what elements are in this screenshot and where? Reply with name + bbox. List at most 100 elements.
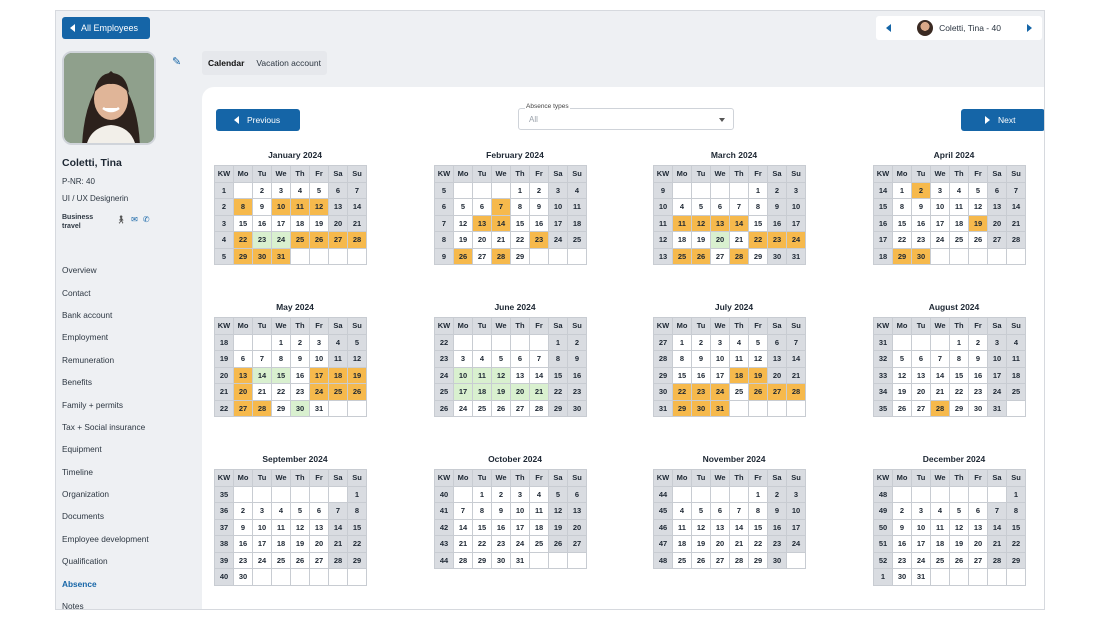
- day-cell[interactable]: 23: [233, 551, 253, 569]
- day-cell[interactable]: 5: [491, 350, 511, 368]
- day-cell[interactable]: 26: [691, 247, 711, 265]
- day-cell[interactable]: 27: [710, 551, 730, 569]
- day-cell[interactable]: 20: [328, 214, 348, 232]
- day-cell[interactable]: 19: [347, 366, 367, 384]
- day-cell[interactable]: 10: [930, 198, 950, 216]
- day-cell[interactable]: 22: [892, 231, 912, 249]
- day-cell[interactable]: 8: [510, 198, 530, 216]
- sidebar-item-timeline[interactable]: Timeline: [62, 461, 192, 483]
- day-cell[interactable]: 9: [911, 198, 931, 216]
- day-cell[interactable]: 24: [786, 231, 806, 249]
- day-cell[interactable]: 11: [672, 214, 692, 232]
- day-cell[interactable]: 21: [491, 231, 511, 249]
- day-cell[interactable]: 15: [233, 214, 253, 232]
- day-cell[interactable]: 19: [691, 535, 711, 553]
- day-cell[interactable]: 12: [290, 518, 310, 536]
- day-cell[interactable]: 29: [1006, 551, 1026, 569]
- day-cell[interactable]: 24: [710, 383, 730, 401]
- day-cell[interactable]: 8: [347, 502, 367, 520]
- day-cell[interactable]: 30: [252, 247, 272, 265]
- day-cell[interactable]: 1: [1006, 485, 1026, 503]
- day-cell[interactable]: 2: [233, 502, 253, 520]
- day-cell[interactable]: 3: [930, 181, 950, 199]
- day-cell[interactable]: 25: [271, 551, 291, 569]
- day-cell[interactable]: 30: [233, 568, 253, 586]
- day-cell[interactable]: 8: [271, 350, 291, 368]
- sidebar-item-benefits[interactable]: Benefits: [62, 371, 192, 393]
- day-cell[interactable]: 21: [729, 535, 749, 553]
- day-cell[interactable]: 16: [767, 518, 787, 536]
- day-cell[interactable]: 7: [786, 333, 806, 351]
- day-cell[interactable]: 15: [748, 214, 768, 232]
- day-cell[interactable]: 16: [911, 214, 931, 232]
- day-cell[interactable]: 20: [911, 383, 931, 401]
- sidebar-item-notes[interactable]: Notes: [62, 595, 192, 609]
- day-cell[interactable]: 24: [309, 383, 329, 401]
- day-cell[interactable]: 28: [729, 247, 749, 265]
- day-cell[interactable]: 26: [347, 383, 367, 401]
- day-cell[interactable]: 23: [767, 231, 787, 249]
- day-cell[interactable]: 6: [767, 333, 787, 351]
- day-cell[interactable]: 4: [328, 333, 348, 351]
- sidebar-item-documents[interactable]: Documents: [62, 505, 192, 527]
- day-cell[interactable]: 21: [453, 535, 473, 553]
- day-cell[interactable]: 17: [786, 518, 806, 536]
- day-cell[interactable]: 28: [453, 551, 473, 569]
- day-cell[interactable]: 29: [892, 247, 912, 265]
- day-cell[interactable]: 11: [672, 518, 692, 536]
- day-cell[interactable]: 6: [233, 350, 253, 368]
- day-cell[interactable]: 13: [710, 518, 730, 536]
- day-cell[interactable]: 27: [968, 551, 988, 569]
- day-cell[interactable]: 31: [271, 247, 291, 265]
- sidebar-item-absence[interactable]: Absence: [62, 572, 192, 594]
- day-cell[interactable]: 31: [786, 247, 806, 265]
- day-cell[interactable]: 16: [892, 535, 912, 553]
- day-cell[interactable]: 16: [252, 214, 272, 232]
- next-employee-icon[interactable]: [1027, 24, 1033, 32]
- day-cell[interactable]: 19: [290, 535, 310, 553]
- day-cell[interactable]: 10: [271, 198, 291, 216]
- day-cell[interactable]: 9: [529, 198, 549, 216]
- day-cell[interactable]: 1: [548, 333, 568, 351]
- day-cell[interactable]: 10: [786, 502, 806, 520]
- day-cell[interactable]: 2: [691, 333, 711, 351]
- day-cell[interactable]: 22: [949, 383, 969, 401]
- day-cell[interactable]: 11: [472, 366, 492, 384]
- day-cell[interactable]: 20: [510, 383, 530, 401]
- day-cell[interactable]: 14: [729, 214, 749, 232]
- day-cell[interactable]: 13: [233, 366, 253, 384]
- day-cell[interactable]: 11: [567, 198, 587, 216]
- day-cell[interactable]: 23: [290, 383, 310, 401]
- day-cell[interactable]: 4: [529, 485, 549, 503]
- day-cell[interactable]: 27: [309, 551, 329, 569]
- day-cell[interactable]: 6: [328, 181, 348, 199]
- previous-button[interactable]: Previous: [216, 109, 300, 131]
- day-cell[interactable]: 26: [453, 247, 473, 265]
- day-cell[interactable]: 29: [748, 247, 768, 265]
- day-cell[interactable]: 14: [347, 198, 367, 216]
- day-cell[interactable]: 22: [472, 535, 492, 553]
- day-cell[interactable]: 13: [968, 518, 988, 536]
- sidebar-item-bank-account[interactable]: Bank account: [62, 304, 192, 326]
- day-cell[interactable]: 25: [472, 399, 492, 417]
- day-cell[interactable]: 15: [892, 214, 912, 232]
- day-cell[interactable]: 20: [767, 366, 787, 384]
- day-cell[interactable]: 10: [710, 350, 730, 368]
- day-cell[interactable]: 2: [290, 333, 310, 351]
- day-cell[interactable]: 26: [748, 383, 768, 401]
- previous-employee-icon[interactable]: [886, 24, 891, 32]
- day-cell[interactable]: 9: [491, 502, 511, 520]
- day-cell[interactable]: 10: [453, 366, 473, 384]
- day-cell[interactable]: 3: [309, 333, 329, 351]
- day-cell[interactable]: 1: [748, 485, 768, 503]
- day-cell[interactable]: 25: [672, 551, 692, 569]
- day-cell[interactable]: 30: [567, 399, 587, 417]
- day-cell[interactable]: 9: [892, 518, 912, 536]
- day-cell[interactable]: 16: [290, 366, 310, 384]
- day-cell[interactable]: 12: [968, 198, 988, 216]
- day-cell[interactable]: 13: [472, 214, 492, 232]
- day-cell[interactable]: 6: [309, 502, 329, 520]
- day-cell[interactable]: 18: [672, 231, 692, 249]
- day-cell[interactable]: 10: [309, 350, 329, 368]
- day-cell[interactable]: 15: [472, 518, 492, 536]
